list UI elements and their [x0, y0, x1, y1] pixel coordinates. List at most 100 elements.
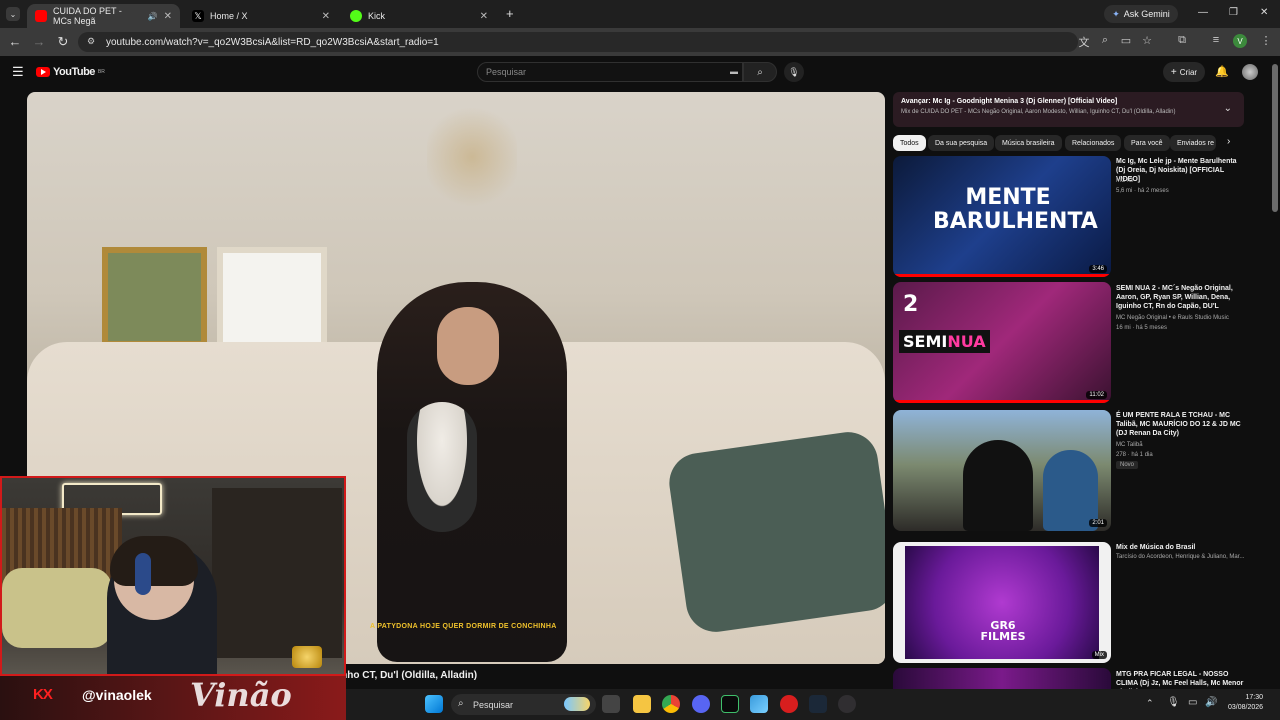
video-duration: 3:46 — [1089, 265, 1107, 273]
recommendation-meta: 5,6 mi · há 2 meses — [1116, 188, 1169, 194]
recommendation-thumbnail[interactable] — [893, 668, 1111, 689]
chrome-icon[interactable] — [662, 695, 680, 713]
chip-from-search[interactable]: Da sua pesquisa — [928, 135, 995, 151]
clock-date: 03/08/2026 — [1228, 704, 1264, 711]
file-explorer-icon[interactable] — [633, 695, 651, 713]
cast-icon[interactable]: ▭ — [1118, 34, 1134, 47]
forward-button[interactable]: → — [31, 34, 47, 49]
youtube-logo[interactable]: YouTube BR — [36, 66, 105, 78]
chip-uploaded[interactable]: Enviados re — [1170, 135, 1216, 151]
address-bar[interactable]: ⚙ youtube.com/watch?v=_qo2W3BcsiA&list=R… — [78, 32, 1078, 52]
back-button[interactable]: ← — [7, 34, 23, 49]
youtube-play-icon — [36, 67, 50, 77]
microphone-tray-icon[interactable]: 🎙 — [1167, 697, 1180, 708]
keyboard-icon[interactable]: ▬ — [730, 67, 738, 76]
tab-youtube[interactable]: CUIDA DO PET - MCs Negã 🔊 ✕ — [27, 4, 180, 28]
headphones-icon — [135, 553, 151, 595]
windows-start-icon[interactable] — [425, 695, 443, 713]
taskbar-search-label: Pesquisar — [473, 699, 514, 710]
video-duration: Mix — [1091, 651, 1107, 659]
bookmark-star-icon[interactable]: ☆ — [1139, 34, 1155, 47]
search-button[interactable]: ⌕ — [743, 62, 777, 82]
webcam-streamer-hair — [110, 536, 198, 586]
new-tab-button[interactable]: + — [506, 6, 514, 21]
kick-x-logo: KX — [33, 686, 53, 703]
search-input[interactable]: Pesquisar ▬ — [477, 62, 743, 82]
profile-avatar[interactable]: V — [1233, 34, 1247, 48]
taskbar-search[interactable]: ⌕ Pesquisar — [451, 694, 596, 715]
chip-brazilian-music[interactable]: Música brasileira — [995, 135, 1062, 151]
volume-icon[interactable]: 🔊 — [1205, 697, 1217, 708]
webcam-pillow — [2, 568, 112, 648]
site-info-icon[interactable]: ⚙ — [87, 36, 95, 47]
crown-icon — [292, 646, 322, 668]
recommendation-thumbnail[interactable]: GR6 FILMES Mix — [893, 542, 1111, 663]
recommendation-meta: 16 mi · há 5 meses — [1116, 325, 1168, 331]
steam-icon[interactable] — [809, 695, 827, 713]
chevron-right-icon[interactable]: › — [1227, 136, 1230, 147]
recommendation-title[interactable]: É UM PENTE RALA E TCHAU - MC Talibã, MC … — [1116, 411, 1244, 438]
tab-x[interactable]: 𝕏 Home / X ✕ — [184, 4, 338, 28]
system-clock[interactable]: 17:30 03/08/2026 — [1228, 693, 1263, 713]
ask-gemini-button[interactable]: ✦ Ask Gemini — [1104, 5, 1178, 23]
tab-label: CUIDA DO PET - MCs Negã — [53, 6, 122, 26]
create-label: Criar — [1179, 67, 1198, 77]
task-view-icon[interactable] — [602, 695, 620, 713]
video-subtitle: A PATYDONA HOJE QUER DORMIR DE CONCHINHA — [370, 623, 557, 630]
chevron-down-icon[interactable]: ⌄ — [1224, 103, 1232, 114]
close-icon[interactable]: ✕ — [480, 11, 488, 22]
page-scrollbar[interactable] — [1272, 64, 1278, 212]
chrome-menu-icon[interactable]: ⋮ — [1258, 34, 1274, 47]
clock-time: 17:30 — [1245, 694, 1264, 701]
tab-search-button[interactable]: ⌄ — [6, 7, 20, 21]
up-next-panel[interactable]: Avançar: Mc Ig - Goodnight Menina 3 (Dj … — [893, 92, 1244, 127]
recommendation-thumbnail[interactable]: MENTE BARULHENTA 3:46 — [893, 156, 1111, 277]
recommendation-title[interactable]: Mix de Música do Brasil — [1116, 543, 1244, 552]
up-next-subtitle: Mix de CUIDA DO PET - MCs Negão Original… — [901, 109, 1176, 115]
reload-button[interactable]: ↻ — [55, 34, 71, 50]
chip-all[interactable]: Todos — [893, 135, 926, 151]
voice-search-button[interactable]: 🎙 — [784, 62, 804, 82]
tab-kick[interactable]: Kick ✕ — [342, 4, 496, 28]
recommendation-thumbnail[interactable]: 2 SEMINUA 11:02 — [893, 282, 1111, 403]
tab-label: Home / X — [210, 11, 248, 21]
translate-icon[interactable]: 文 — [1076, 34, 1092, 50]
x-favicon-icon: 𝕏 — [192, 10, 204, 22]
recommendation-channel[interactable]: MC Talibã — [1116, 441, 1256, 449]
chip-for-you[interactable]: Para você — [1124, 135, 1170, 151]
video-duration: 11:02 — [1086, 391, 1107, 399]
recommendation-channel[interactable]: MC IG — [1116, 177, 1256, 185]
hamburger-menu-icon[interactable]: ☰ — [12, 64, 24, 80]
thumbnail-text: SEMINUA — [899, 330, 990, 353]
account-avatar[interactable] — [1242, 64, 1258, 80]
media-control-icon[interactable]: ≡ — [1208, 34, 1224, 46]
tab-label: Kick — [368, 11, 386, 21]
app-red-icon[interactable] — [780, 695, 798, 713]
microphone-icon: 🎙 — [788, 66, 800, 77]
obs-icon[interactable] — [838, 695, 856, 713]
notifications-bell-icon[interactable]: 🔔 — [1215, 65, 1229, 78]
new-badge: Novo — [1116, 461, 1139, 469]
minimize-button[interactable]: — — [1198, 7, 1208, 18]
recommendation-title[interactable]: SEMI NUA 2 - MC´s Negão Original, Aaron,… — [1116, 284, 1244, 311]
restore-button[interactable]: ❐ — [1229, 7, 1238, 18]
photos-icon[interactable] — [750, 695, 768, 713]
chip-related[interactable]: Relacionados — [1065, 135, 1122, 151]
recommendation-channel[interactable]: MC Negão Original • e Rauls Studio Music — [1116, 314, 1256, 322]
search-highlight-icon — [564, 697, 590, 711]
close-window-button[interactable]: ✕ — [1260, 7, 1268, 18]
video-duration: 2:01 — [1089, 519, 1107, 527]
network-icon[interactable]: ▭ — [1188, 697, 1197, 708]
create-button[interactable]: + Criar — [1163, 62, 1205, 82]
recommendation-thumbnail[interactable]: 2:01 — [893, 410, 1111, 531]
recommendation-channel[interactable]: Tarcísio do Acordeon, Henrique & Juliano… — [1116, 553, 1256, 561]
zoom-icon[interactable]: ⌕ — [1097, 34, 1113, 47]
show-hidden-icons[interactable]: ⌃ — [1146, 698, 1154, 709]
video-scene-painting — [102, 247, 207, 347]
close-icon[interactable]: ✕ — [322, 11, 330, 22]
extensions-icon[interactable]: ⧉ — [1174, 34, 1190, 47]
close-icon[interactable]: ✕ — [164, 11, 172, 22]
app-a-icon[interactable] — [721, 695, 739, 713]
discord-icon[interactable] — [692, 695, 710, 713]
webcam-door — [212, 488, 342, 658]
